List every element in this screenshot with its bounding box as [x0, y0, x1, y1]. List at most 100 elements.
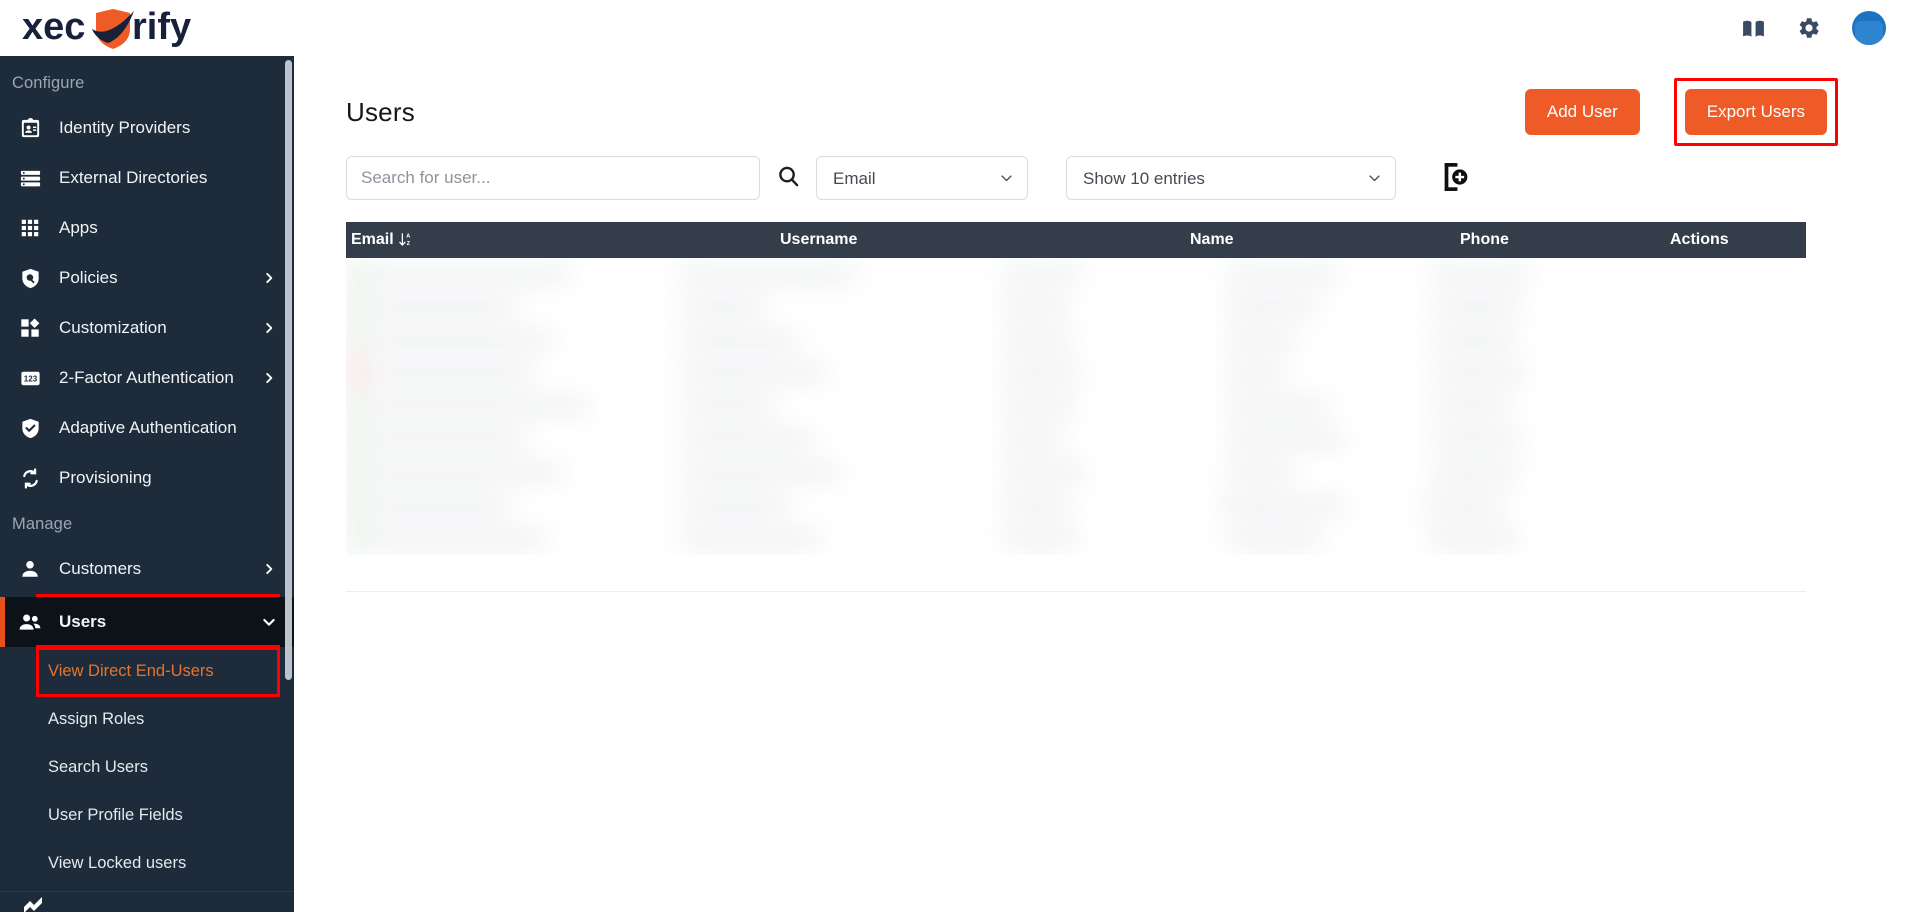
sidebar-item-users[interactable]: Users — [0, 597, 294, 647]
app-root: xec rify Configure Identity Providers Ex… — [0, 0, 1920, 912]
xecurify-logo[interactable]: xec rify — [22, 6, 252, 49]
field-select[interactable]: Email — [816, 156, 1028, 200]
sidebar-item-provisioning[interactable]: Provisioning — [0, 453, 294, 503]
column-label: Username — [780, 231, 858, 248]
sidebar-subitem-view-direct-end-users[interactable]: View Direct End-Users — [0, 647, 294, 695]
column-label: Email — [351, 231, 394, 248]
sidebar-item-customization[interactable]: Customization — [0, 303, 294, 353]
svg-text:A: A — [406, 234, 410, 240]
sidebar-subitem-view-locked-users[interactable]: View Locked users — [0, 839, 294, 887]
users-table-card: Email A Z Username Name Phone Actions — [346, 222, 1868, 592]
add-user-button-wrap: Add User — [1517, 81, 1648, 143]
search-input[interactable] — [346, 156, 760, 200]
id-card-icon — [17, 117, 43, 140]
chevron-down-icon — [260, 614, 278, 630]
sidebar-scrollbar[interactable] — [285, 60, 292, 680]
users-table-head: Email A Z Username Name Phone Actions — [346, 222, 1806, 258]
reports-icon[interactable] — [20, 892, 46, 912]
chevron-right-icon — [260, 371, 278, 385]
field-select-wrap: Email — [816, 156, 1028, 200]
sidebar-subitem-label: Search Users — [48, 757, 148, 776]
sidebar-subitem-label: User Profile Fields — [48, 805, 183, 824]
main-content: Users Add User Export Users Search for u… — [294, 56, 1920, 912]
sidebar-item-label: Policies — [59, 268, 118, 287]
shield-search-icon — [17, 267, 43, 290]
chevron-right-icon — [260, 271, 278, 285]
sidebar-item-identity-providers[interactable]: Identity Providers — [0, 103, 294, 153]
sidebar-section-manage: Manage — [12, 515, 73, 533]
shield-check-icon — [17, 417, 43, 440]
sidebar-subitem-user-profile-fields[interactable]: User Profile Fields — [0, 791, 294, 839]
table-row[interactable] — [346, 291, 1868, 324]
sidebar-item-customers[interactable]: Customers — [0, 544, 294, 594]
gear-icon[interactable] — [1796, 15, 1822, 41]
sidebar-item-label: Users — [59, 612, 107, 631]
sidebar-subitem-label: View Locked users — [48, 853, 187, 872]
sidebar-item-policies[interactable]: Policies — [0, 253, 294, 303]
grid-apps-icon — [17, 217, 43, 239]
table-row[interactable] — [346, 522, 1868, 555]
people-icon — [17, 610, 43, 634]
svg-text:123: 123 — [23, 374, 37, 383]
sidebar-section-configure: Configure — [12, 74, 85, 92]
search-icon — [776, 164, 801, 192]
table-row[interactable] — [346, 423, 1868, 456]
sidebar-item-apps[interactable]: Apps — [0, 203, 294, 253]
row-status-stripe — [346, 258, 362, 555]
column-label: Name — [1190, 231, 1234, 248]
book-icon[interactable] — [1740, 15, 1766, 41]
users-table-body-redacted — [346, 258, 1868, 555]
page-body: Configure Identity Providers External Di… — [0, 56, 1920, 912]
sidebar-item-external-directories[interactable]: External Directories — [0, 153, 294, 203]
sidebar-subitem-search-users[interactable]: Search Users — [0, 743, 294, 791]
sidebar-item-label: Identity Providers — [59, 118, 191, 137]
table-row[interactable] — [346, 456, 1868, 489]
table-header-row: Email A Z Username Name Phone Actions — [346, 222, 1806, 258]
avatar[interactable] — [1852, 11, 1886, 45]
sort-az-descending-icon: AZ — [398, 232, 413, 247]
table-row[interactable] — [346, 390, 1868, 423]
column-header-phone[interactable]: Phone — [1456, 222, 1666, 258]
svg-text:xec: xec — [22, 6, 85, 48]
sidebar-scroll-area: Configure Identity Providers External Di… — [0, 62, 294, 912]
document-add-icon — [1440, 162, 1468, 195]
column-label: Phone — [1460, 231, 1509, 248]
annotation-box-export-users: Export Users — [1673, 78, 1838, 146]
redaction-blur-layer — [346, 258, 1868, 555]
sidebar-item-label: Customers — [59, 559, 142, 578]
table-row[interactable] — [346, 324, 1868, 357]
sidebar-subitem-assign-roles[interactable]: Assign Roles — [0, 695, 294, 743]
page-header: Users Add User Export Users — [346, 78, 1868, 146]
page-title: Users — [346, 96, 415, 127]
sidebar-item-adaptive-authentication[interactable]: Adaptive Authentication — [0, 403, 294, 453]
add-user-button[interactable]: Add User — [1524, 89, 1640, 135]
table-row[interactable] — [346, 258, 1868, 291]
sidebar: Configure Identity Providers External Di… — [0, 56, 294, 912]
sync-icon — [17, 467, 43, 490]
document-add-button[interactable] — [1434, 156, 1474, 200]
table-row[interactable] — [346, 357, 1868, 390]
svg-text:Z: Z — [406, 241, 410, 247]
page-header-actions: Add User Export Users — [1517, 78, 1868, 146]
users-table: Email A Z Username Name Phone Actions — [346, 222, 1806, 258]
column-header-actions: Actions — [1666, 222, 1806, 258]
entries-select-wrap: Show 10 entries — [1066, 156, 1396, 200]
content-divider — [346, 591, 1806, 592]
export-users-button[interactable]: Export Users — [1684, 89, 1827, 135]
chevron-right-icon — [260, 321, 278, 335]
sidebar-item-2-factor-authentication[interactable]: 123 2-Factor Authentication — [0, 353, 294, 403]
column-header-name[interactable]: Name — [1186, 222, 1456, 258]
entries-select[interactable]: Show 10 entries — [1066, 156, 1396, 200]
sidebar-item-label: Apps — [59, 218, 98, 237]
sidebar-item-label: Customization — [59, 318, 167, 337]
person-icon — [17, 558, 43, 580]
column-header-email[interactable]: Email A Z — [346, 222, 776, 258]
table-row[interactable] — [346, 489, 1868, 522]
filter-row: Email Show 10 entries — [346, 156, 1868, 200]
column-label: Actions — [1670, 231, 1729, 248]
svg-text:rify: rify — [132, 6, 191, 48]
top-bar-actions — [1740, 11, 1896, 45]
sidebar-item-label: External Directories — [59, 168, 208, 187]
column-header-username[interactable]: Username — [776, 222, 1186, 258]
search-button[interactable] — [760, 156, 816, 200]
